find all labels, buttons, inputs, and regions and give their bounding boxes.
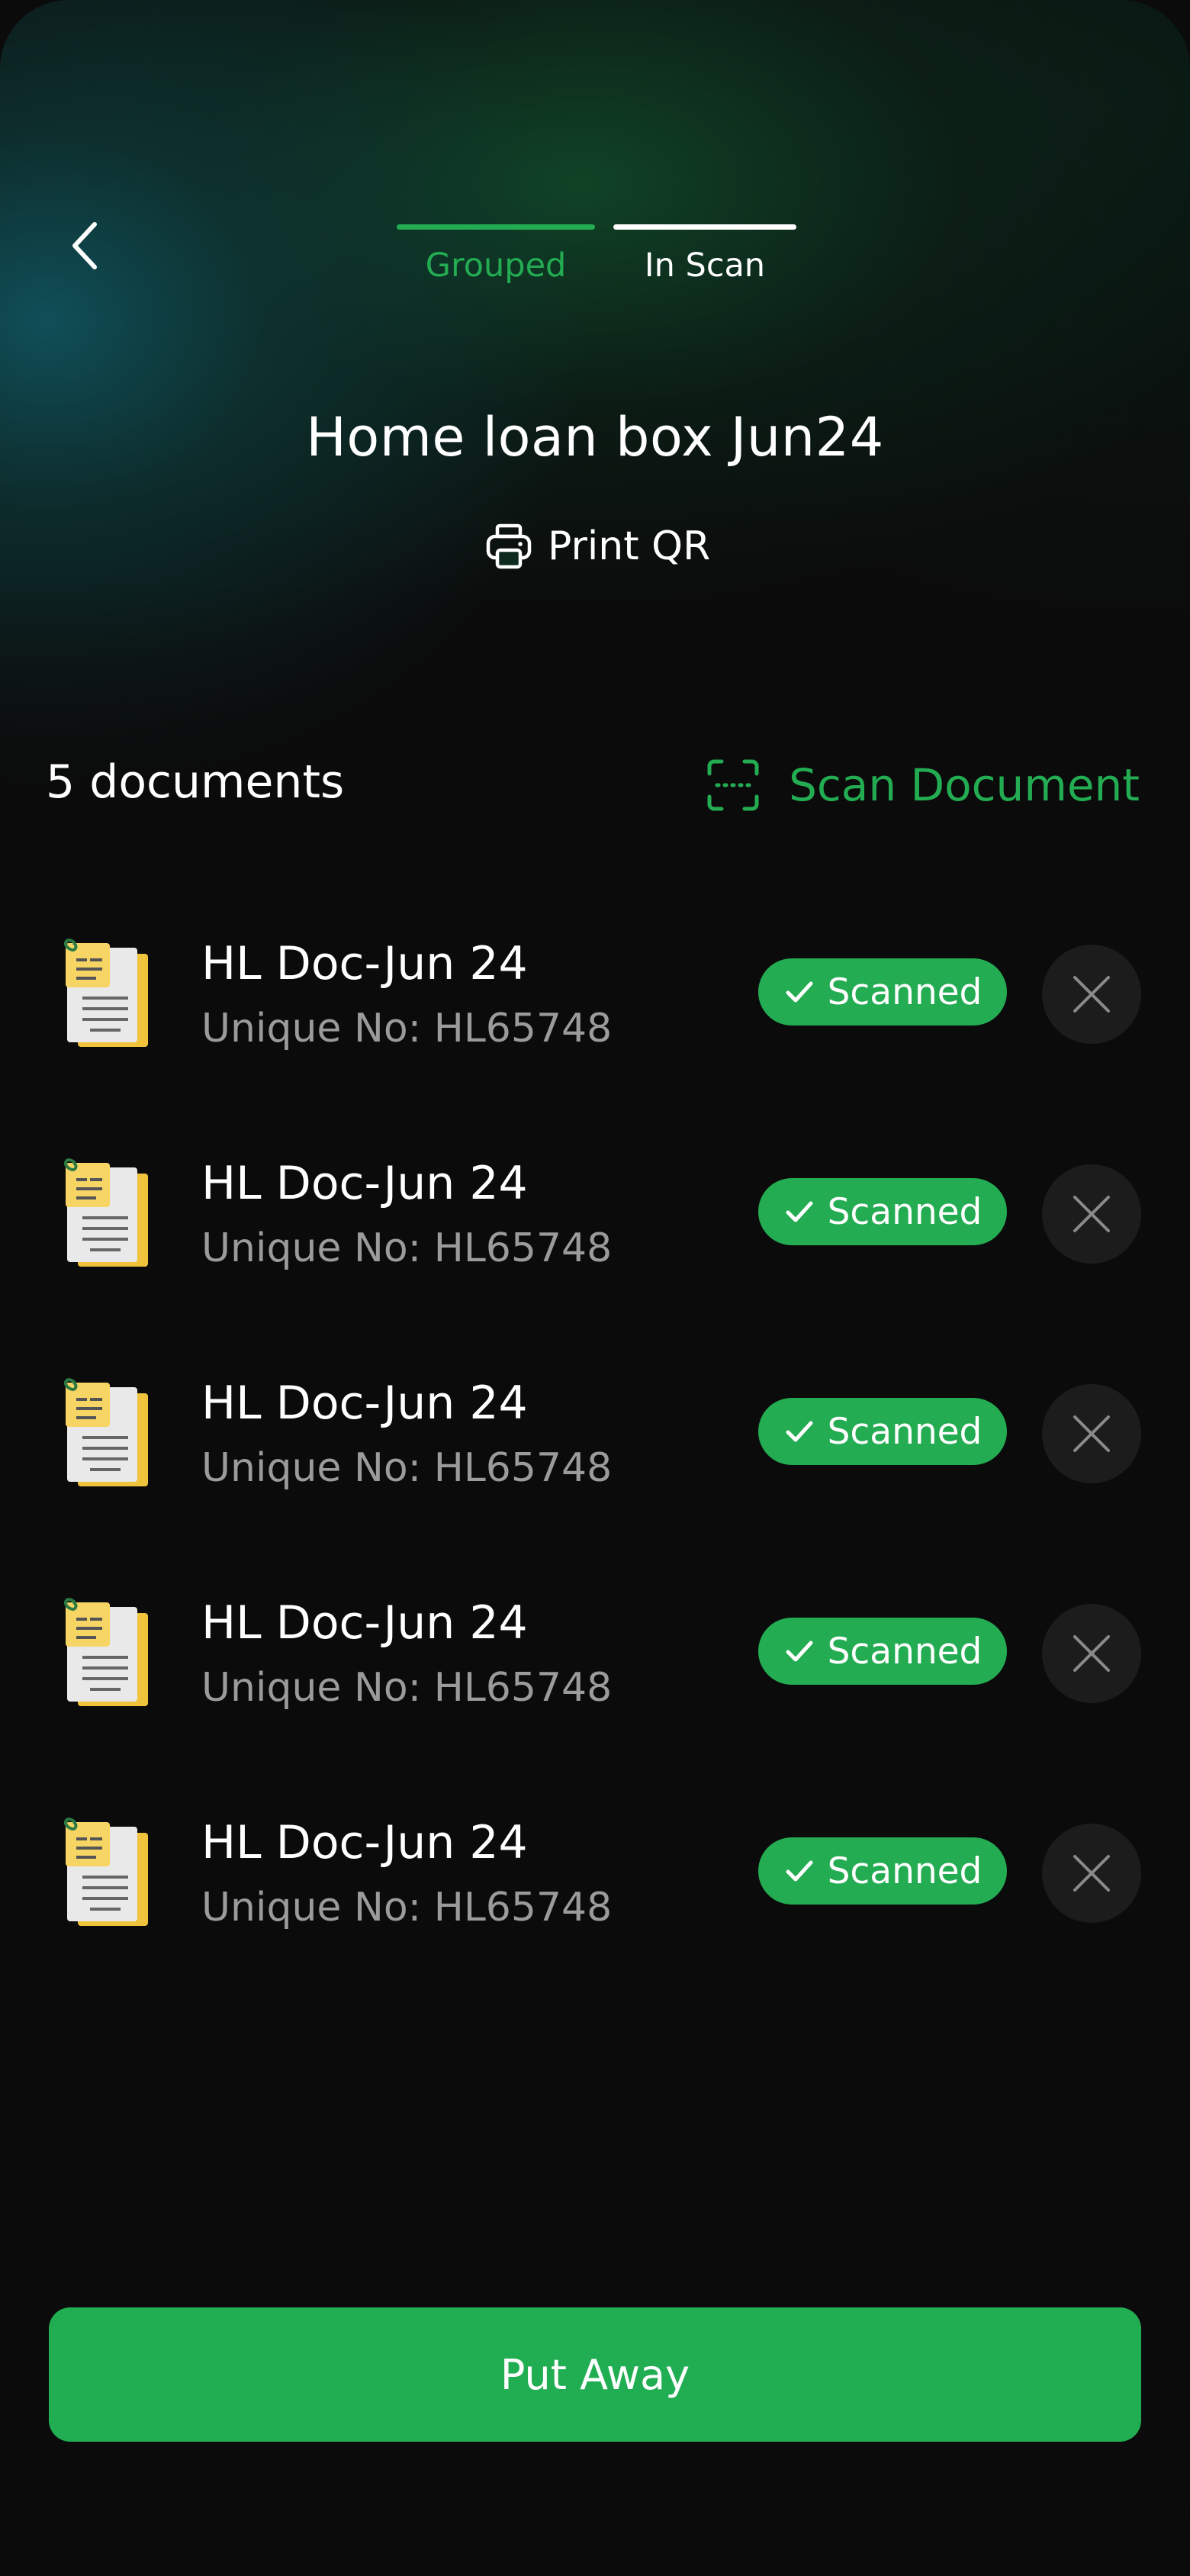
status-badge-label: Scanned	[827, 1850, 983, 1892]
scan-document-button[interactable]: Scan Document	[706, 758, 1140, 812]
check-icon	[786, 981, 813, 1003]
print-qr-label: Print QR	[548, 523, 711, 569]
tab-in-scan-indicator	[613, 224, 796, 230]
list-item[interactable]: HL Doc-Jun 24 Unique No: HL65748 Scanned	[0, 1145, 1190, 1364]
scan-frame-icon	[707, 759, 759, 811]
list-item[interactable]: HL Doc-Jun 24 Unique No: HL65748 Scanned	[0, 925, 1190, 1145]
document-icon	[60, 1157, 153, 1271]
document-title: HL Doc-Jun 24	[201, 1596, 528, 1650]
document-title: HL Doc-Jun 24	[201, 1377, 528, 1430]
remove-button[interactable]	[1042, 945, 1141, 1044]
list-item[interactable]: HL Doc-Jun 24 Unique No: HL65748 Scanned	[0, 1804, 1190, 2024]
status-badge-label: Scanned	[827, 1630, 983, 1673]
document-title: HL Doc-Jun 24	[201, 937, 528, 990]
status-badge-label: Scanned	[827, 971, 983, 1013]
put-away-button[interactable]: Put Away	[49, 2307, 1141, 2442]
document-title: HL Doc-Jun 24	[201, 1816, 528, 1869]
status-badge: Scanned	[758, 1837, 1007, 1905]
document-icon	[60, 1816, 153, 1930]
document-unique-number: Unique No: HL65748	[201, 1006, 613, 1051]
list-item[interactable]: HL Doc-Jun 24 Unique No: HL65748 Scanned	[0, 1364, 1190, 1584]
tab-in-scan-label: In Scan	[644, 246, 766, 285]
remove-button[interactable]	[1042, 1164, 1141, 1264]
close-icon	[1073, 1196, 1110, 1232]
document-count: 5 documents	[46, 755, 345, 809]
document-unique-number: Unique No: HL65748	[201, 1885, 613, 1930]
printer-icon	[486, 523, 532, 569]
screen: Grouped In Scan Home loan box Jun24 Prin…	[0, 0, 1190, 2576]
page-title: Home loan box Jun24	[306, 406, 884, 469]
close-icon	[1073, 1415, 1110, 1452]
document-icon	[60, 937, 153, 1051]
check-icon	[786, 1860, 813, 1882]
document-unique-number: Unique No: HL65748	[201, 1445, 613, 1491]
document-title: HL Doc-Jun 24	[201, 1157, 528, 1210]
remove-button[interactable]	[1042, 1824, 1141, 1923]
tab-grouped-indicator	[397, 224, 595, 230]
close-icon	[1073, 976, 1110, 1013]
close-icon	[1073, 1855, 1110, 1892]
tab-in-scan[interactable]: In Scan	[613, 224, 796, 293]
document-list: HL Doc-Jun 24 Unique No: HL65748 Scanned	[0, 925, 1190, 2024]
print-qr-button[interactable]: Print QR	[484, 519, 710, 574]
put-away-label: Put Away	[500, 2350, 690, 2399]
back-button[interactable]	[61, 214, 110, 278]
document-unique-number: Unique No: HL65748	[201, 1665, 613, 1711]
status-badge-label: Scanned	[827, 1410, 983, 1453]
tab-grouped-label: Grouped	[425, 246, 567, 285]
document-unique-number: Unique No: HL65748	[201, 1225, 613, 1271]
check-icon	[786, 1201, 813, 1222]
close-icon	[1073, 1635, 1110, 1672]
check-icon	[786, 1421, 813, 1442]
check-icon	[786, 1641, 813, 1662]
status-badge: Scanned	[758, 1398, 1007, 1465]
remove-button[interactable]	[1042, 1384, 1141, 1483]
remove-button[interactable]	[1042, 1604, 1141, 1703]
chevron-left-icon	[72, 222, 97, 269]
status-badge-label: Scanned	[827, 1190, 983, 1233]
status-badge: Scanned	[758, 1618, 1007, 1685]
status-badge: Scanned	[758, 958, 1007, 1026]
status-badge: Scanned	[758, 1178, 1007, 1245]
document-icon	[60, 1377, 153, 1491]
progress-tabs: Grouped In Scan	[397, 224, 796, 293]
list-item[interactable]: HL Doc-Jun 24 Unique No: HL65748 Scanned	[0, 1584, 1190, 1804]
scan-document-label: Scan Document	[789, 759, 1140, 811]
document-icon	[60, 1596, 153, 1711]
tab-grouped[interactable]: Grouped	[397, 224, 595, 293]
